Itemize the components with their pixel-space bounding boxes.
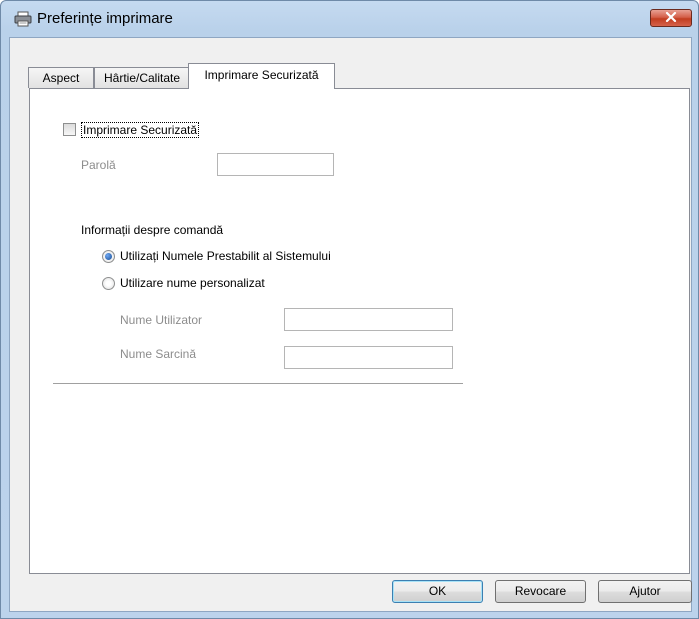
- secure-print-label: Imprimare Securizată: [81, 122, 200, 138]
- printer-icon: [14, 11, 32, 27]
- user-name-label: Nume Utilizator: [120, 313, 203, 327]
- help-button-label: Ajutor: [629, 584, 661, 598]
- tab-panel: [29, 88, 690, 574]
- separator-line: [53, 383, 463, 387]
- ok-button[interactable]: OK: [392, 580, 483, 603]
- title-bar[interactable]: Preferințe imprimare: [1, 1, 698, 37]
- job-name-field[interactable]: [284, 346, 453, 369]
- help-button[interactable]: Ajutor: [598, 580, 692, 603]
- password-label: Parolă: [81, 158, 116, 172]
- tab-label: Imprimare Securizată: [204, 68, 319, 82]
- cancel-button-label: Revocare: [514, 584, 567, 598]
- cancel-button[interactable]: Revocare: [495, 580, 586, 603]
- job-name-label: Nume Sarcină: [120, 347, 197, 361]
- radio-default-name[interactable]: [102, 250, 115, 263]
- job-info-heading: Informații despre comandă: [81, 223, 224, 237]
- tab-paper-quality[interactable]: Hârtie/Calitate: [94, 67, 190, 88]
- window-title: Preferințe imprimare: [37, 10, 173, 27]
- radio-custom-name-label: Utilizare nume personalizat: [120, 276, 265, 290]
- ok-button-label: OK: [428, 584, 447, 598]
- password-field[interactable]: [217, 153, 334, 176]
- close-icon: [665, 11, 677, 25]
- tab-aspect[interactable]: Aspect: [28, 67, 94, 88]
- radio-default-name-label: Utilizați Numele Prestabilit al Sistemul…: [120, 249, 331, 263]
- secure-print-checkbox[interactable]: [63, 123, 76, 136]
- close-button[interactable]: [650, 9, 692, 27]
- tab-secure-print[interactable]: Imprimare Securizată: [188, 63, 335, 89]
- tab-label: Hârtie/Calitate: [103, 71, 181, 85]
- tab-label: Aspect: [42, 71, 80, 85]
- printing-preferences-dialog: Preferințe imprimare Aspect Hârtie/Calit…: [0, 0, 699, 619]
- radio-custom-name[interactable]: [102, 277, 115, 290]
- user-name-field[interactable]: [284, 308, 453, 331]
